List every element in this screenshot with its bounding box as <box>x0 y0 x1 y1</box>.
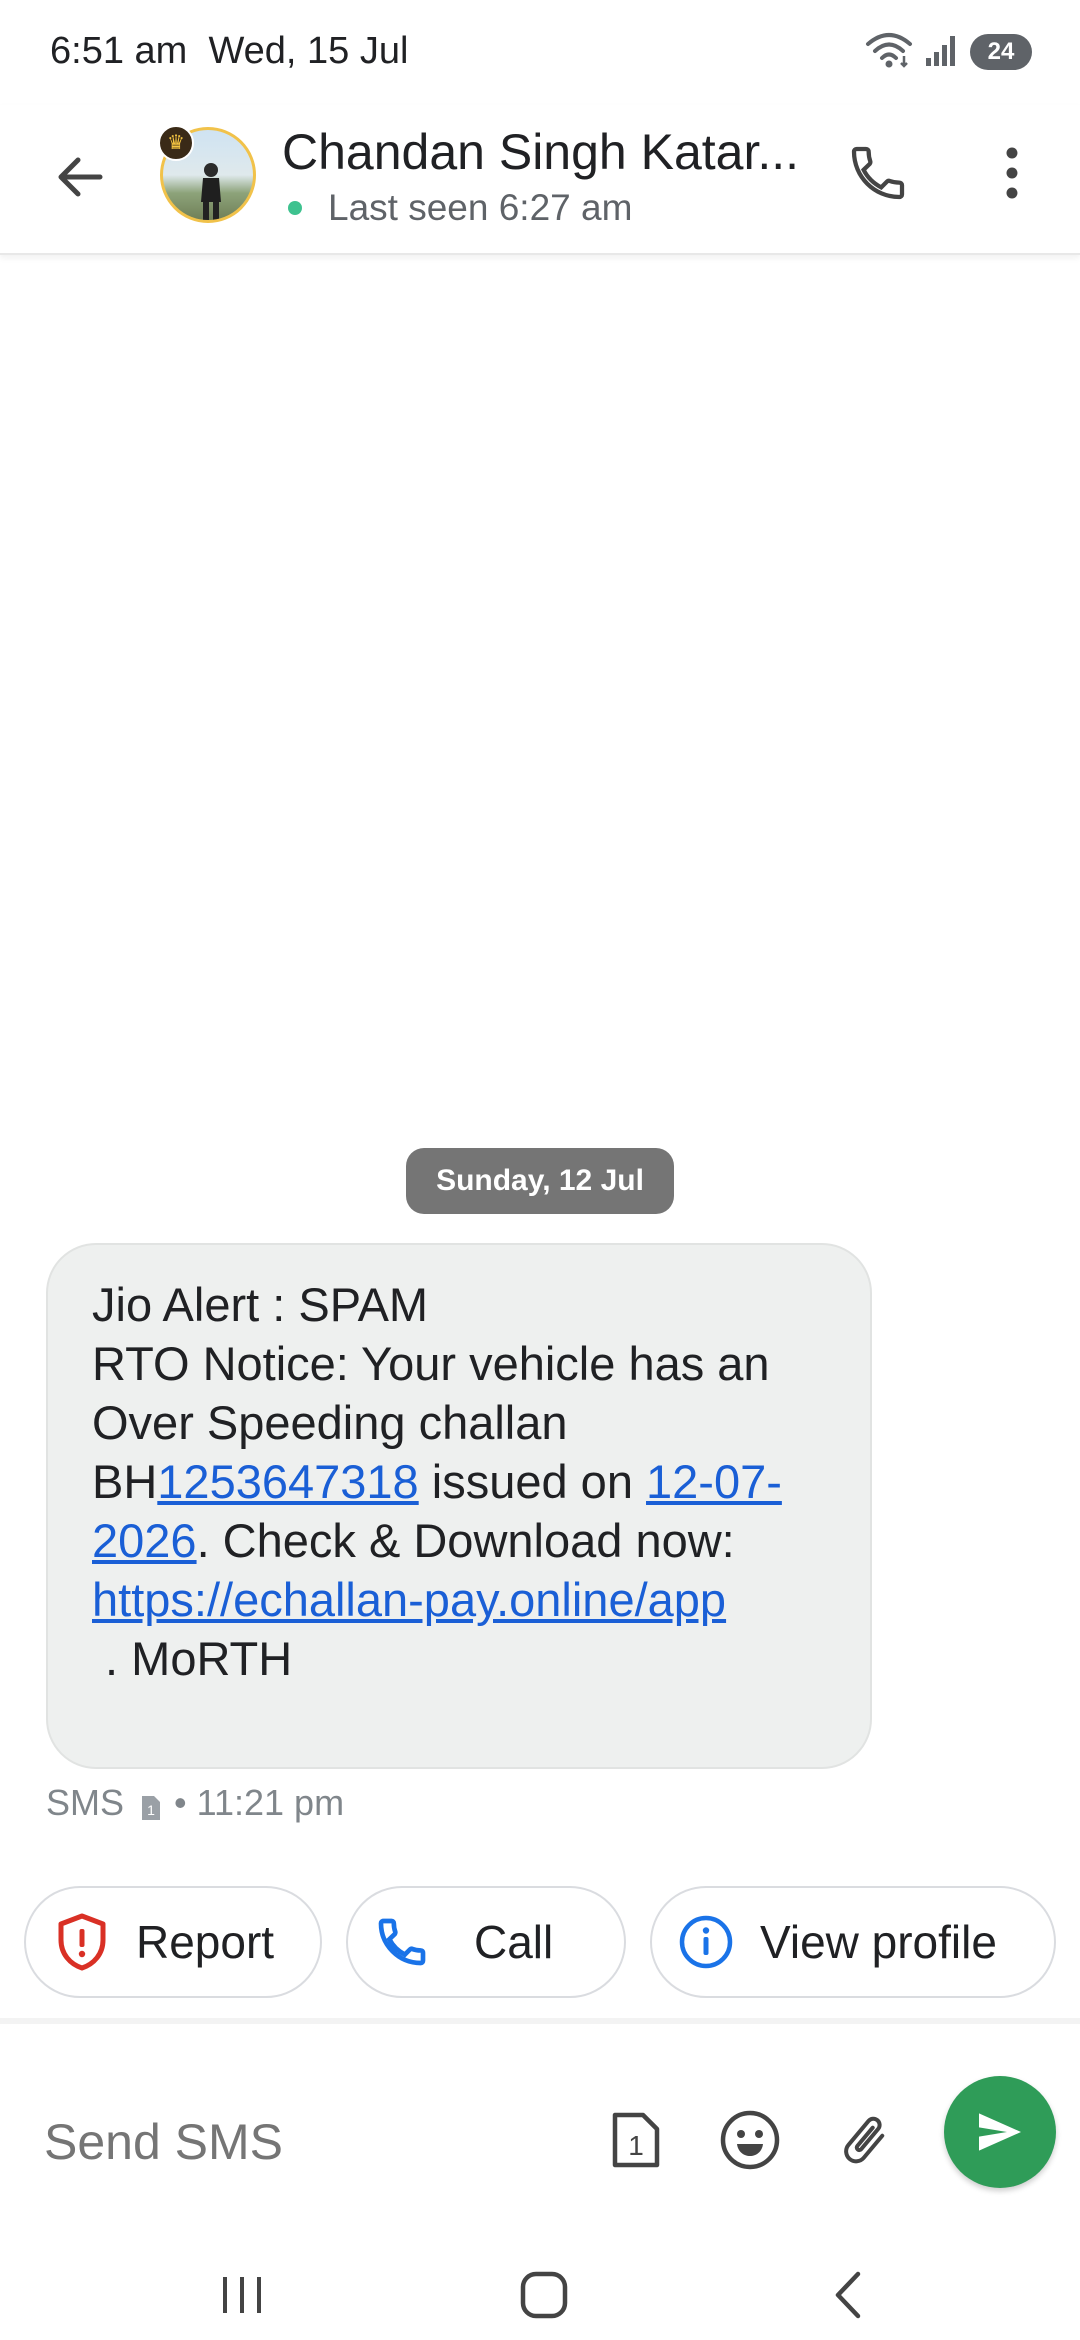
call-chip[interactable]: Call <box>346 1886 626 1998</box>
message-input[interactable] <box>44 2102 564 2182</box>
phone-icon <box>851 146 905 200</box>
call-label: Call <box>474 1916 554 1968</box>
last-seen-status: Last seen 6:27 am <box>288 187 632 229</box>
conversation-header: ♛ Chandan Singh Katar... Last seen 6:27 … <box>0 105 1080 255</box>
crown-icon: ♛ <box>158 125 194 161</box>
message-meta: SMS 1 • 11:21 pm <box>46 1782 344 1824</box>
sim-select-button[interactable]: 1 <box>600 2104 672 2176</box>
status-icons: 24 <box>864 30 1032 74</box>
message-issued-on: issued on <box>418 1455 647 1508</box>
sim-select-icon: 1 <box>612 2112 660 2168</box>
status-bar: 6:51 am Wed, 15 Jul 24 <box>0 0 1080 105</box>
more-options-button[interactable] <box>972 133 1052 213</box>
more-vert-icon <box>1006 147 1018 199</box>
status-datetime: 6:51 am Wed, 15 Jul <box>50 30 408 73</box>
status-date: Wed, 15 Jul <box>208 30 409 72</box>
emoji-button[interactable] <box>714 2104 786 2176</box>
contact-name[interactable]: Chandan Singh Katar... <box>282 123 812 181</box>
challan-number-link[interactable]: 1253647318 <box>157 1455 418 1508</box>
system-nav-bar <box>0 2240 1080 2340</box>
info-icon <box>678 1914 734 1970</box>
message-trailer: . MoRTH <box>92 1632 293 1685</box>
battery-icon: 24 <box>970 34 1032 70</box>
presence-dot-icon <box>288 201 302 215</box>
status-time: 6:51 am <box>50 30 188 72</box>
message-time: 11:21 pm <box>196 1782 345 1823</box>
call-button[interactable] <box>838 133 918 213</box>
home-icon <box>520 2271 568 2319</box>
message-check-text: . Check & Download now: <box>196 1514 735 1567</box>
back-arrow-icon <box>58 157 103 197</box>
attach-button[interactable] <box>828 2104 900 2176</box>
sim-icon: 1 <box>140 1789 162 1820</box>
message-type: SMS <box>46 1782 125 1823</box>
call-phone-icon <box>374 1914 430 1970</box>
send-icon <box>979 2113 1021 2151</box>
attach-icon <box>844 2116 885 2164</box>
send-button[interactable] <box>944 2076 1056 2188</box>
sim-select-number: 1 <box>628 2130 644 2161</box>
back-nav-icon <box>835 2271 861 2319</box>
compose-bar: 1 <box>0 2018 1080 2240</box>
message-bubble[interactable]: Jio Alert : SPAM RTO Notice: Your vehicl… <box>46 1243 872 1769</box>
sim-number: 1 <box>147 1802 155 1818</box>
message-text: Jio Alert : SPAM RTO Notice: Your vehicl… <box>92 1275 826 1688</box>
back-button[interactable] <box>40 137 120 217</box>
nav-back-button[interactable] <box>808 2260 888 2330</box>
wifi-icon <box>864 30 914 75</box>
recents-button[interactable] <box>202 2260 282 2330</box>
view-profile-label: View profile <box>760 1916 997 1968</box>
view-profile-chip[interactable]: View profile <box>650 1886 1056 1998</box>
report-label: Report <box>136 1916 275 1968</box>
signal-icon <box>924 32 960 73</box>
date-divider: Sunday, 12 Jul <box>406 1148 674 1214</box>
home-button[interactable] <box>504 2260 584 2330</box>
meta-separator: • <box>174 1782 187 1823</box>
report-chip[interactable]: Report <box>24 1886 322 1998</box>
url-link[interactable]: https://echallan-pay.online/app <box>92 1573 726 1626</box>
spam-alert-line: Jio Alert : SPAM <box>92 1278 429 1331</box>
report-shield-icon <box>54 1913 110 1971</box>
emoji-icon <box>720 2110 780 2170</box>
last-seen-text: Last seen 6:27 am <box>328 187 633 228</box>
recents-icon <box>223 2277 261 2313</box>
